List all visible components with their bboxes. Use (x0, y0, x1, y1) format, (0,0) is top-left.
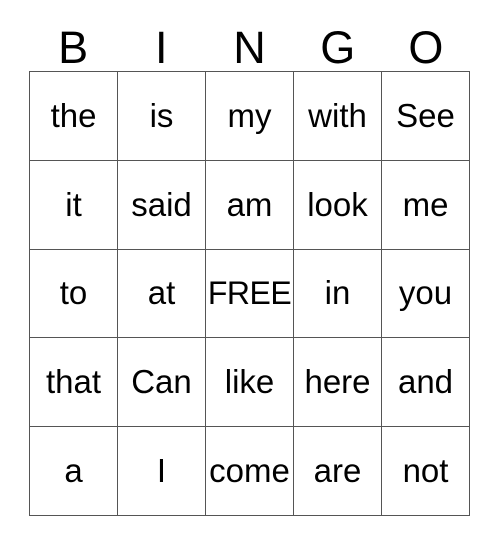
bingo-cell-label: look (307, 185, 368, 223)
bingo-cell-label: come (209, 452, 290, 490)
bingo-header-letter-o: O (408, 22, 444, 73)
bingo-cell-n1[interactable]: my (206, 72, 294, 161)
bingo-grid: the is my with See it said am look me to… (29, 71, 470, 516)
bingo-cell-i1[interactable]: is (118, 72, 206, 161)
bingo-cell-label: with (308, 96, 367, 134)
bingo-cell-label: I (156, 452, 167, 490)
bingo-cell-label: at (147, 274, 176, 312)
bingo-cell-i2[interactable]: said (118, 160, 206, 250)
bingo-cell-label: like (224, 363, 275, 401)
bingo-cell-b5[interactable]: a (30, 427, 118, 516)
bingo-cell-o4[interactable]: and (382, 338, 470, 428)
bingo-cell-label: and (397, 363, 454, 401)
bingo-cell-label: in (324, 274, 351, 312)
bingo-cell-label: See (396, 96, 455, 134)
bingo-cell-label: not (402, 452, 449, 490)
bingo-cell-o3[interactable]: you (382, 249, 470, 339)
bingo-cell-i5[interactable]: I (118, 427, 206, 516)
bingo-cell-g4[interactable]: here (294, 338, 382, 428)
bingo-cell-g2[interactable]: look (294, 160, 382, 250)
bingo-cell-label: me (402, 185, 449, 223)
bingo-cell-o1[interactable]: See (382, 72, 470, 161)
bingo-cell-label: my (227, 96, 272, 134)
bingo-cell-b3[interactable]: to (30, 249, 118, 339)
bingo-cell-g3[interactable]: in (294, 249, 382, 339)
bingo-header-letter-g: G (320, 22, 356, 73)
bingo-cell-label: am (226, 185, 273, 223)
bingo-cell-label: is (149, 96, 174, 134)
bingo-cell-label: Can (131, 363, 192, 401)
bingo-header-letter-n: N (233, 22, 266, 73)
bingo-cell-n2[interactable]: am (206, 160, 294, 250)
bingo-cell-b4[interactable]: that (30, 338, 118, 428)
bingo-cell-label: said (131, 185, 192, 223)
bingo-cell-i3[interactable]: at (118, 249, 206, 339)
bingo-card: B I N G O the is my with See it said am … (0, 0, 500, 544)
bingo-cell-n5[interactable]: come (206, 427, 294, 516)
bingo-cell-o5[interactable]: not (382, 427, 470, 516)
bingo-cell-g1[interactable]: with (294, 72, 382, 161)
bingo-cell-label: you (398, 274, 453, 312)
bingo-cell-label: here (304, 363, 371, 401)
bingo-cell-label: it (65, 185, 82, 223)
bingo-cell-label: are (313, 452, 362, 490)
bingo-cell-b1[interactable]: the (30, 72, 118, 161)
bingo-free-space-label: FREE (207, 275, 292, 312)
bingo-cell-label: that (45, 363, 102, 401)
bingo-cell-label: the (50, 96, 97, 134)
bingo-cell-g5[interactable]: are (294, 427, 382, 516)
bingo-cell-label: a (64, 452, 83, 490)
bingo-header-row: B I N G O (29, 18, 470, 71)
bingo-cell-label: to (59, 274, 88, 312)
bingo-cell-n4[interactable]: like (206, 338, 294, 428)
bingo-cell-free-space[interactable]: FREE (206, 249, 294, 339)
bingo-cell-i4[interactable]: Can (118, 338, 206, 428)
bingo-header-letter-i: I (155, 22, 168, 73)
bingo-cell-o2[interactable]: me (382, 160, 470, 250)
bingo-cell-b2[interactable]: it (30, 160, 118, 250)
bingo-header-letter-b: B (58, 22, 89, 73)
